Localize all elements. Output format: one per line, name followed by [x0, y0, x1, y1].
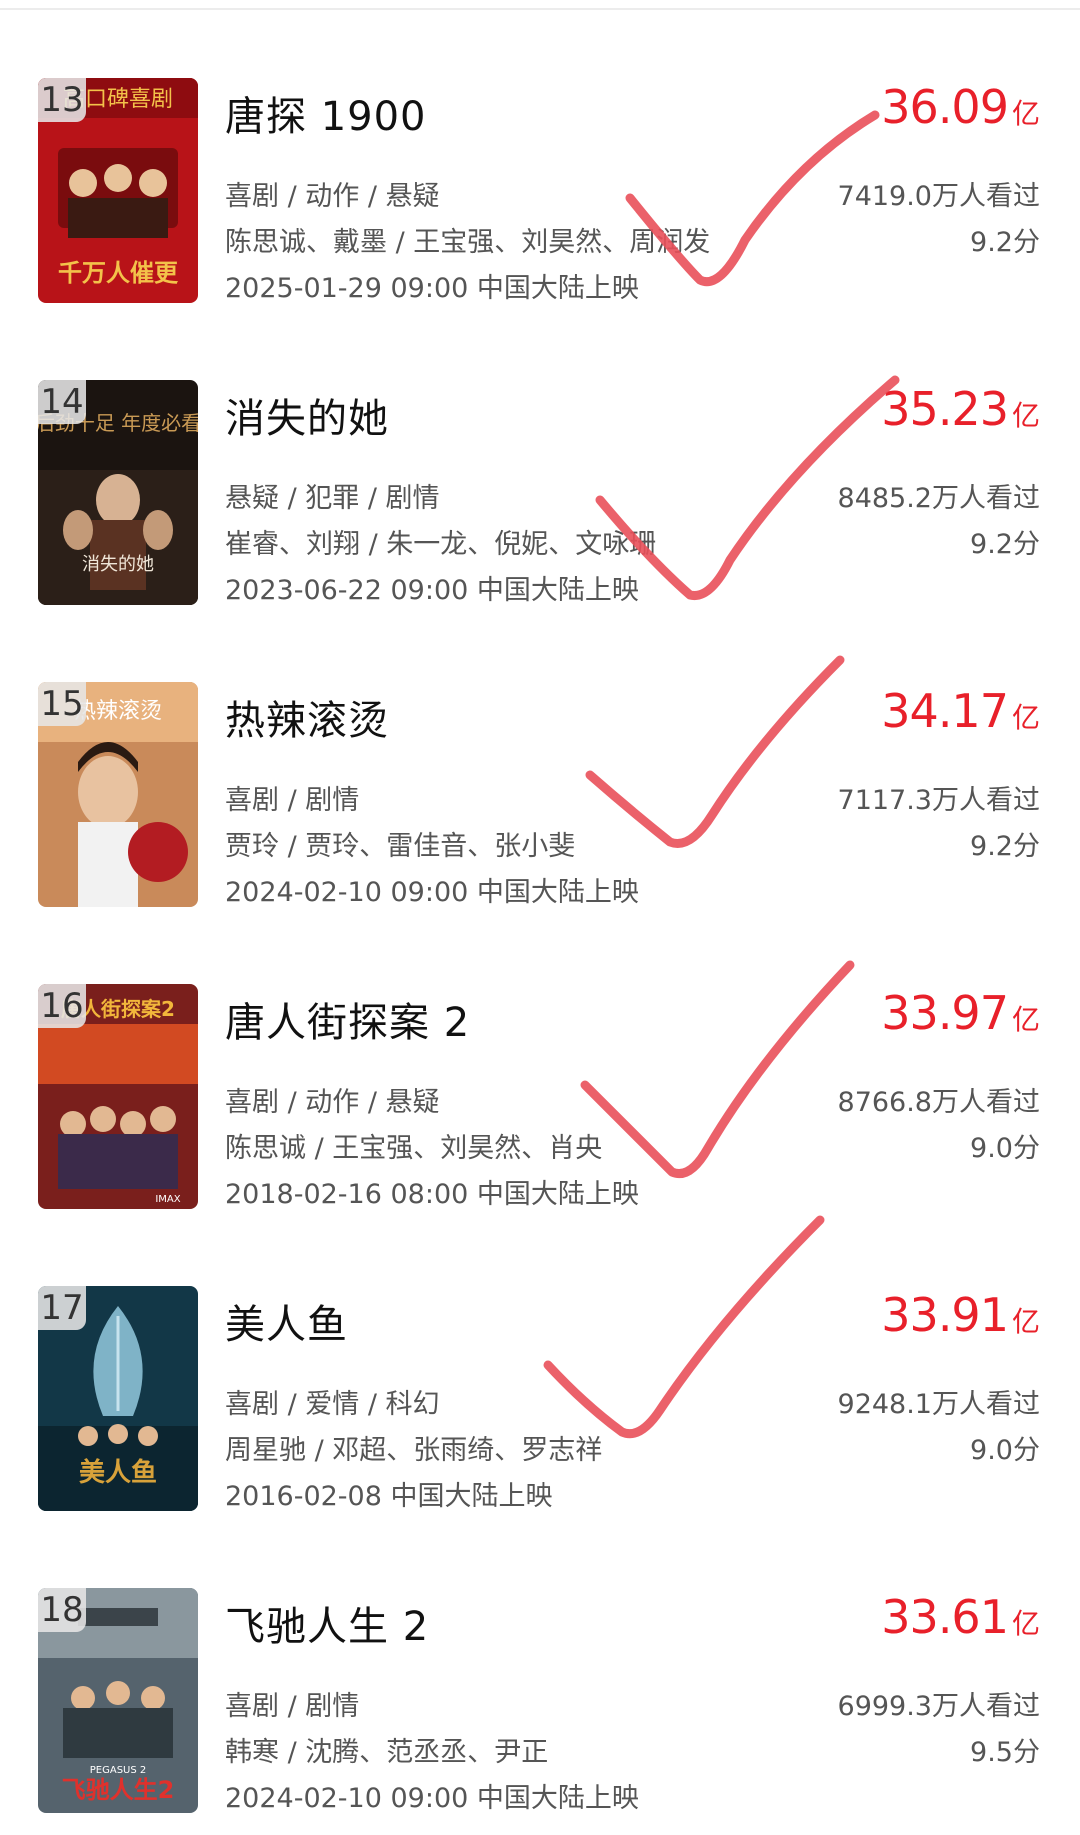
movie-poster[interactable]: 高口碑喜剧 千万人催更 13: [38, 78, 198, 303]
movie-row-18[interactable]: PEGASUS 2 飞驰人生2 18 飞驰人生 2 喜剧 / 剧情 韩寒 / 沈…: [0, 1588, 1080, 1828]
movie-release: 2025-01-29 09:00 中国大陆上映: [225, 273, 639, 304]
gross-value: 36.09: [881, 80, 1009, 134]
movie-cast: 周星驰 / 邓超、张雨绮、罗志祥: [225, 1435, 603, 1466]
box-office-gross: 33.61 亿: [881, 1590, 1040, 1644]
svg-text:消失的她: 消失的她: [82, 554, 154, 575]
movie-release: 2018-02-16 08:00 中国大陆上映: [225, 1179, 639, 1210]
svg-text:IMAX: IMAX: [155, 1194, 180, 1205]
movie-release: 2024-02-10 09:00 中国大陆上映: [225, 877, 639, 908]
movie-cast: 陈思诚 / 王宝强、刘昊然、肖央: [225, 1133, 603, 1164]
rank-badge: 17: [38, 1286, 86, 1330]
movie-genre: 悬疑 / 犯罪 / 剧情: [225, 483, 440, 514]
movie-genre: 喜剧 / 爱情 / 科幻: [225, 1389, 440, 1420]
movie-cast: 韩寒 / 沈腾、范丞丞、尹正: [225, 1737, 549, 1768]
viewer-count: 9248.1万人看过: [837, 1389, 1040, 1420]
movie-score: 9.0分: [970, 1435, 1040, 1466]
svg-text:千万人催更: 千万人催更: [58, 259, 179, 287]
gross-value: 33.61: [881, 1590, 1009, 1644]
gross-value: 35.23: [881, 382, 1009, 436]
movie-score: 9.5分: [970, 1737, 1040, 1768]
rank-badge: 16: [38, 984, 86, 1028]
movie-poster[interactable]: PEGASUS 2 飞驰人生2 18: [38, 1588, 198, 1813]
gross-value: 33.97: [881, 986, 1009, 1040]
movie-genre: 喜剧 / 剧情: [225, 785, 360, 816]
rank-badge: 14: [38, 380, 86, 424]
movie-cast: 贾玲 / 贾玲、雷佳音、张小斐: [225, 831, 576, 862]
box-office-gross: 33.91 亿: [881, 1288, 1040, 1342]
viewer-count: 8766.8万人看过: [837, 1087, 1040, 1118]
gross-unit: 亿: [1011, 1607, 1040, 1640]
movie-row-16[interactable]: 唐人街探案2 IMAX 16 唐人街探案 2 喜剧 / 动作 / 悬疑 陈思诚 …: [0, 984, 1080, 1224]
movie-row-17[interactable]: 美人鱼 17 美人鱼 喜剧 / 爱情 / 科幻 周星驰 / 邓超、张雨绮、罗志祥…: [0, 1286, 1080, 1526]
movie-release: 2024-02-10 09:00 中国大陆上映: [225, 1783, 639, 1814]
box-office-gross: 34.17 亿: [881, 684, 1040, 738]
movie-poster[interactable]: 热辣滚烫 15: [38, 682, 198, 907]
gross-unit: 亿: [1011, 701, 1040, 734]
movie-title[interactable]: 美人鱼: [225, 1292, 348, 1350]
viewer-count: 6999.3万人看过: [837, 1691, 1040, 1722]
movie-poster[interactable]: 美人鱼 17: [38, 1286, 198, 1511]
box-office-gross: 36.09 亿: [881, 80, 1040, 134]
svg-text:热辣滚烫: 热辣滚烫: [74, 699, 162, 724]
movie-genre: 喜剧 / 剧情: [225, 1691, 360, 1722]
movie-cast: 陈思诚、戴墨 / 王宝强、刘昊然、周润发: [225, 227, 711, 258]
movie-title[interactable]: 热辣滚烫: [225, 688, 389, 746]
movie-title[interactable]: 消失的她: [225, 386, 389, 444]
box-office-list: 高口碑喜剧 千万人催更 13 唐探 1900 喜剧 / 动作 / 悬疑 陈思诚、…: [0, 0, 1080, 1835]
movie-score: 9.2分: [970, 831, 1040, 862]
movie-poster[interactable]: 后劲十足 年度必看 消失的她 14: [38, 380, 198, 605]
gross-unit: 亿: [1011, 97, 1040, 130]
rank-badge: 18: [38, 1588, 86, 1632]
movie-score: 9.2分: [970, 529, 1040, 560]
svg-text:飞驰人生2: 飞驰人生2: [62, 1776, 175, 1804]
movie-genre: 喜剧 / 动作 / 悬疑: [225, 1087, 440, 1118]
box-office-gross: 33.97 亿: [881, 986, 1040, 1040]
rank-badge: 15: [38, 682, 86, 726]
gross-unit: 亿: [1011, 399, 1040, 432]
movie-genre: 喜剧 / 动作 / 悬疑: [225, 181, 440, 212]
movie-title[interactable]: 飞驰人生 2: [225, 1594, 429, 1652]
gross-value: 33.91: [881, 1288, 1009, 1342]
movie-title[interactable]: 唐探 1900: [225, 84, 427, 142]
movie-release: 2016-02-08 中国大陆上映: [225, 1481, 553, 1512]
movie-score: 9.0分: [970, 1133, 1040, 1164]
svg-text:美人鱼: 美人鱼: [79, 1457, 157, 1488]
movie-release: 2023-06-22 09:00 中国大陆上映: [225, 575, 639, 606]
svg-text:PEGASUS 2: PEGASUS 2: [90, 1765, 147, 1776]
movie-poster[interactable]: 唐人街探案2 IMAX 16: [38, 984, 198, 1209]
gross-value: 34.17: [881, 684, 1009, 738]
movie-cast: 崔睿、刘翔 / 朱一龙、倪妮、文咏珊: [225, 529, 657, 560]
box-office-gross: 35.23 亿: [881, 382, 1040, 436]
movie-row-14[interactable]: 后劲十足 年度必看 消失的她 14 消失的她 悬疑 / 犯罪 / 剧情 崔睿、刘…: [0, 380, 1080, 620]
viewer-count: 7117.3万人看过: [837, 785, 1040, 816]
gross-unit: 亿: [1011, 1305, 1040, 1338]
movie-title[interactable]: 唐人街探案 2: [225, 990, 470, 1048]
movie-score: 9.2分: [970, 227, 1040, 258]
movie-row-15[interactable]: 热辣滚烫 15 热辣滚烫 喜剧 / 剧情 贾玲 / 贾玲、雷佳音、张小斐 202…: [0, 682, 1080, 922]
gross-unit: 亿: [1011, 1003, 1040, 1036]
rank-badge: 13: [38, 78, 86, 122]
viewer-count: 7419.0万人看过: [837, 181, 1040, 212]
movie-row-13[interactable]: 高口碑喜剧 千万人催更 13 唐探 1900 喜剧 / 动作 / 悬疑 陈思诚、…: [0, 78, 1080, 318]
viewer-count: 8485.2万人看过: [837, 483, 1040, 514]
